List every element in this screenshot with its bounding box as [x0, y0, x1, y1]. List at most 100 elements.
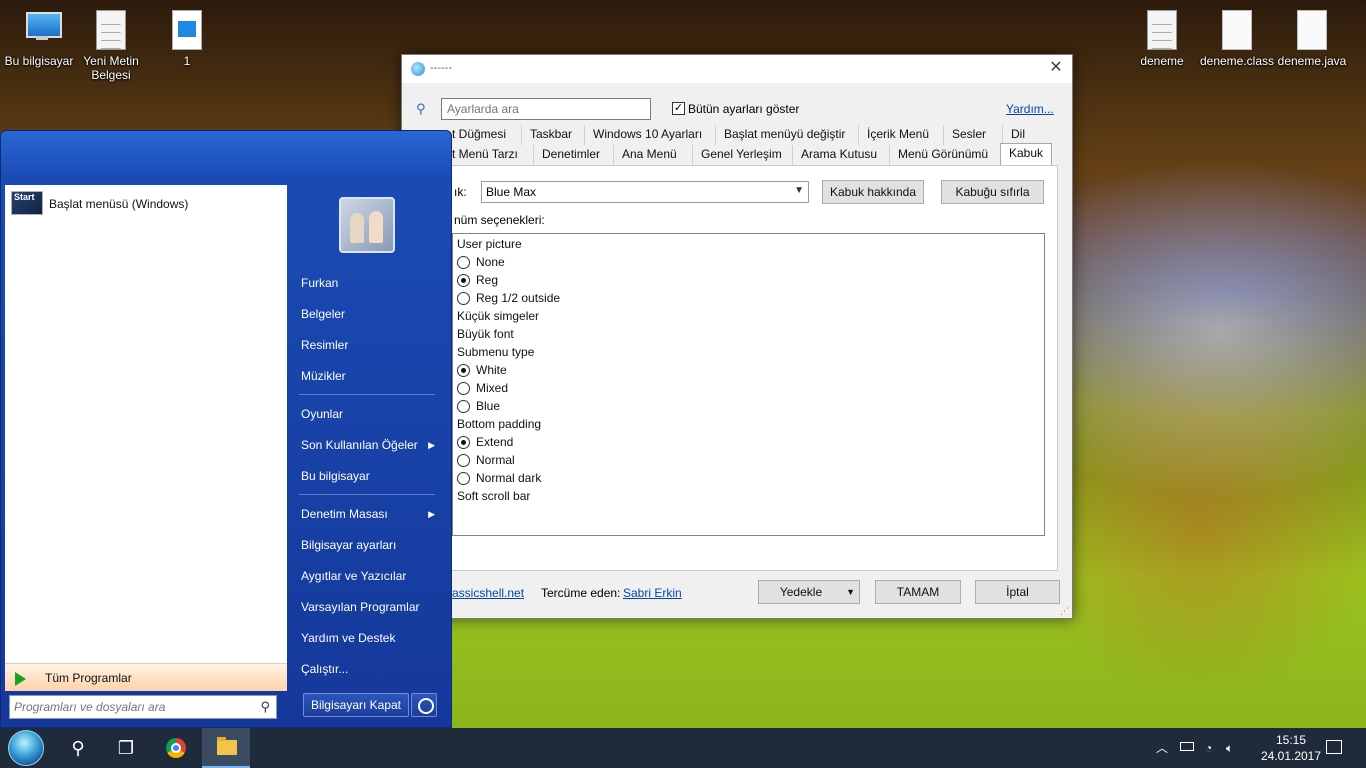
start-menu: Start Başlat menüsü (Windows) Tüm Progra… [0, 130, 452, 728]
close-button[interactable]: ✕ [1046, 58, 1066, 78]
chrome-taskbar-button[interactable] [152, 728, 200, 768]
taskbar: ⚲ ❐ ︿ ◔ 🔈︎ 15:15 24.01.2017 [0, 728, 1366, 768]
tab-windows10-settings[interactable]: Windows 10 Ayarları [584, 125, 710, 145]
tab-menu-style[interactable]: t Menü Tarzı [452, 145, 526, 165]
battery-icon[interactable] [1180, 742, 1194, 751]
menu-control-panel[interactable]: Denetim Masası ▶ [301, 504, 441, 524]
menu-user-folder[interactable]: Furkan [301, 273, 441, 293]
about-skin-button[interactable]: Kabuk hakkında [822, 180, 924, 204]
website-link[interactable]: assicshell.net [452, 586, 524, 600]
menu-recent-items[interactable]: Son Kullanılan Öğeler ▶ [301, 435, 441, 455]
menu-games[interactable]: Oyunlar [301, 404, 441, 424]
reset-skin-button[interactable]: Kabuğu sıfırla [941, 180, 1044, 204]
tab-row-2: t Menü Tarzı Denetimler Ana Menü Genel Y… [402, 143, 1062, 167]
start-search-input[interactable] [10, 696, 250, 718]
volume-icon[interactable]: 🔈︎ [1226, 728, 1233, 768]
tab-general-layout[interactable]: Genel Yerleşim [692, 145, 790, 165]
translated-by-label: Tercüme eden: [541, 586, 621, 600]
shell-icon [411, 62, 425, 76]
desktop-icon-label: deneme.class [1199, 54, 1275, 68]
menu-music[interactable]: Müzikler [301, 366, 441, 386]
wifi-icon[interactable]: ◔ [1205, 728, 1212, 768]
backup-button[interactable]: Yedekle ▼ [758, 580, 860, 604]
option-soft-scroll[interactable]: Soft scroll bar [457, 487, 530, 505]
tab-replace-start[interactable]: Başlat menüyü değiştir [715, 125, 853, 145]
resize-grip-icon[interactable]: ⋰ [1060, 606, 1070, 616]
skin-select-value: Blue Max [486, 185, 537, 199]
tab-language[interactable]: Dil [1002, 125, 1033, 145]
menu-recent-items-label: Son Kullanılan Öğeler [301, 438, 418, 452]
settings-search-input[interactable] [441, 98, 651, 120]
radio-padding-normal-dark[interactable] [457, 472, 470, 485]
pinned-start-menu-windows[interactable]: Start Başlat menüsü (Windows) [9, 188, 283, 220]
chevron-down-icon: ▼ [846, 587, 855, 597]
menu-default-programs[interactable]: Varsayılan Programlar [301, 597, 441, 617]
search-row: ⚲ ✓ Bütün ayarları göster Yardım... [402, 95, 1072, 123]
ok-button[interactable]: TAMAM [875, 580, 961, 604]
radio-user-picture-none[interactable] [457, 256, 470, 269]
show-all-checkbox[interactable]: ✓ [672, 102, 685, 115]
taskbar-clock[interactable]: 15:15 24.01.2017 [1256, 732, 1326, 764]
tab-context-menu[interactable]: İçerik Menü [858, 125, 937, 145]
radio-submenu-white[interactable] [457, 364, 470, 377]
separator [299, 494, 435, 495]
show-all-label: Bütün ayarları göster [688, 102, 800, 116]
skin-options-list[interactable]: User picture None Reg Reg 1/2 outside Kü… [452, 233, 1045, 536]
file-icon [1222, 10, 1252, 50]
start-search-box[interactable]: ⚲ [9, 695, 277, 719]
option-header: Bottom padding [457, 417, 542, 431]
radio-submenu-blue[interactable] [457, 400, 470, 413]
text-file-icon [96, 10, 126, 50]
radio-user-picture-reg[interactable] [457, 274, 470, 287]
cancel-button[interactable]: İptal [975, 580, 1060, 604]
title-bar[interactable]: ------ ✕ [402, 55, 1072, 83]
menu-pc-settings[interactable]: Bilgisayar ayarları [301, 535, 441, 555]
tab-main-menu[interactable]: Ana Menü [613, 145, 685, 165]
skin-select[interactable]: Blue Max ▼ [481, 181, 809, 203]
desktop-icon-deneme-class[interactable]: deneme.class [1198, 10, 1276, 68]
menu-documents[interactable]: Belgeler [301, 304, 441, 324]
tab-controls[interactable]: Denetimler [533, 145, 608, 165]
menu-help-support[interactable]: Yardım ve Destek [301, 628, 441, 648]
menu-pictures[interactable]: Resimler [301, 335, 441, 355]
menu-this-pc[interactable]: Bu bilgisayar [301, 466, 441, 486]
user-avatar[interactable] [339, 197, 395, 253]
desktop-icon-deneme[interactable]: deneme [1123, 10, 1201, 68]
search-button[interactable]: ⚲ [54, 728, 102, 768]
desktop-icon-this-pc[interactable]: Bu bilgisayar [0, 10, 78, 68]
shutdown-button[interactable]: Bilgisayarı Kapat [303, 693, 409, 717]
radio-padding-normal[interactable] [457, 454, 470, 467]
tab-search-box[interactable]: Arama Kutusu [792, 145, 885, 165]
radio-padding-extend[interactable] [457, 436, 470, 449]
desktop-icon-text-doc[interactable]: Yeni Metin Belgesi [72, 10, 150, 82]
tab-taskbar[interactable]: Taskbar [521, 125, 580, 145]
help-link[interactable]: Yardım... [1006, 102, 1054, 116]
tab-start-button[interactable]: t Düğmesi [452, 125, 514, 145]
image-file-icon [172, 10, 202, 50]
search-icon[interactable]: ⚲ [260, 699, 270, 715]
menu-run[interactable]: Çalıştır... [301, 659, 441, 679]
desktop-icon-image[interactable]: 1 [148, 10, 226, 68]
option-label: Reg [476, 273, 499, 287]
explorer-taskbar-button[interactable] [202, 728, 250, 768]
task-view-icon: ❐ [117, 738, 135, 758]
power-icon[interactable] [411, 693, 437, 717]
tab-menu-look[interactable]: Menü Görünümü [889, 145, 996, 165]
radio-user-picture-half-outside[interactable] [457, 292, 470, 305]
all-programs-button[interactable]: Tüm Programlar [5, 663, 287, 691]
search-icon: ⚲ [71, 738, 85, 758]
option-label: Mixed [476, 381, 509, 395]
menu-devices-printers[interactable]: Aygıtlar ve Yazıcılar [301, 566, 441, 586]
tab-sounds[interactable]: Sesler [943, 125, 994, 145]
option-small-icons[interactable]: Küçük simgeler [457, 307, 539, 325]
option-label: Reg 1/2 outside [476, 291, 561, 305]
tab-skin[interactable]: Kabuk [1000, 143, 1053, 167]
action-center-icon[interactable] [1326, 740, 1342, 754]
tray-chevron-up-icon[interactable]: ︿ [1156, 728, 1168, 768]
desktop-icon-deneme-java[interactable]: deneme.java [1273, 10, 1351, 68]
translator-link[interactable]: Sabri Erkin [623, 586, 682, 600]
start-orb-button[interactable] [8, 730, 44, 766]
radio-submenu-mixed[interactable] [457, 382, 470, 395]
task-view-button[interactable]: ❐ [102, 728, 150, 768]
option-large-font[interactable]: Büyük font [457, 325, 514, 343]
